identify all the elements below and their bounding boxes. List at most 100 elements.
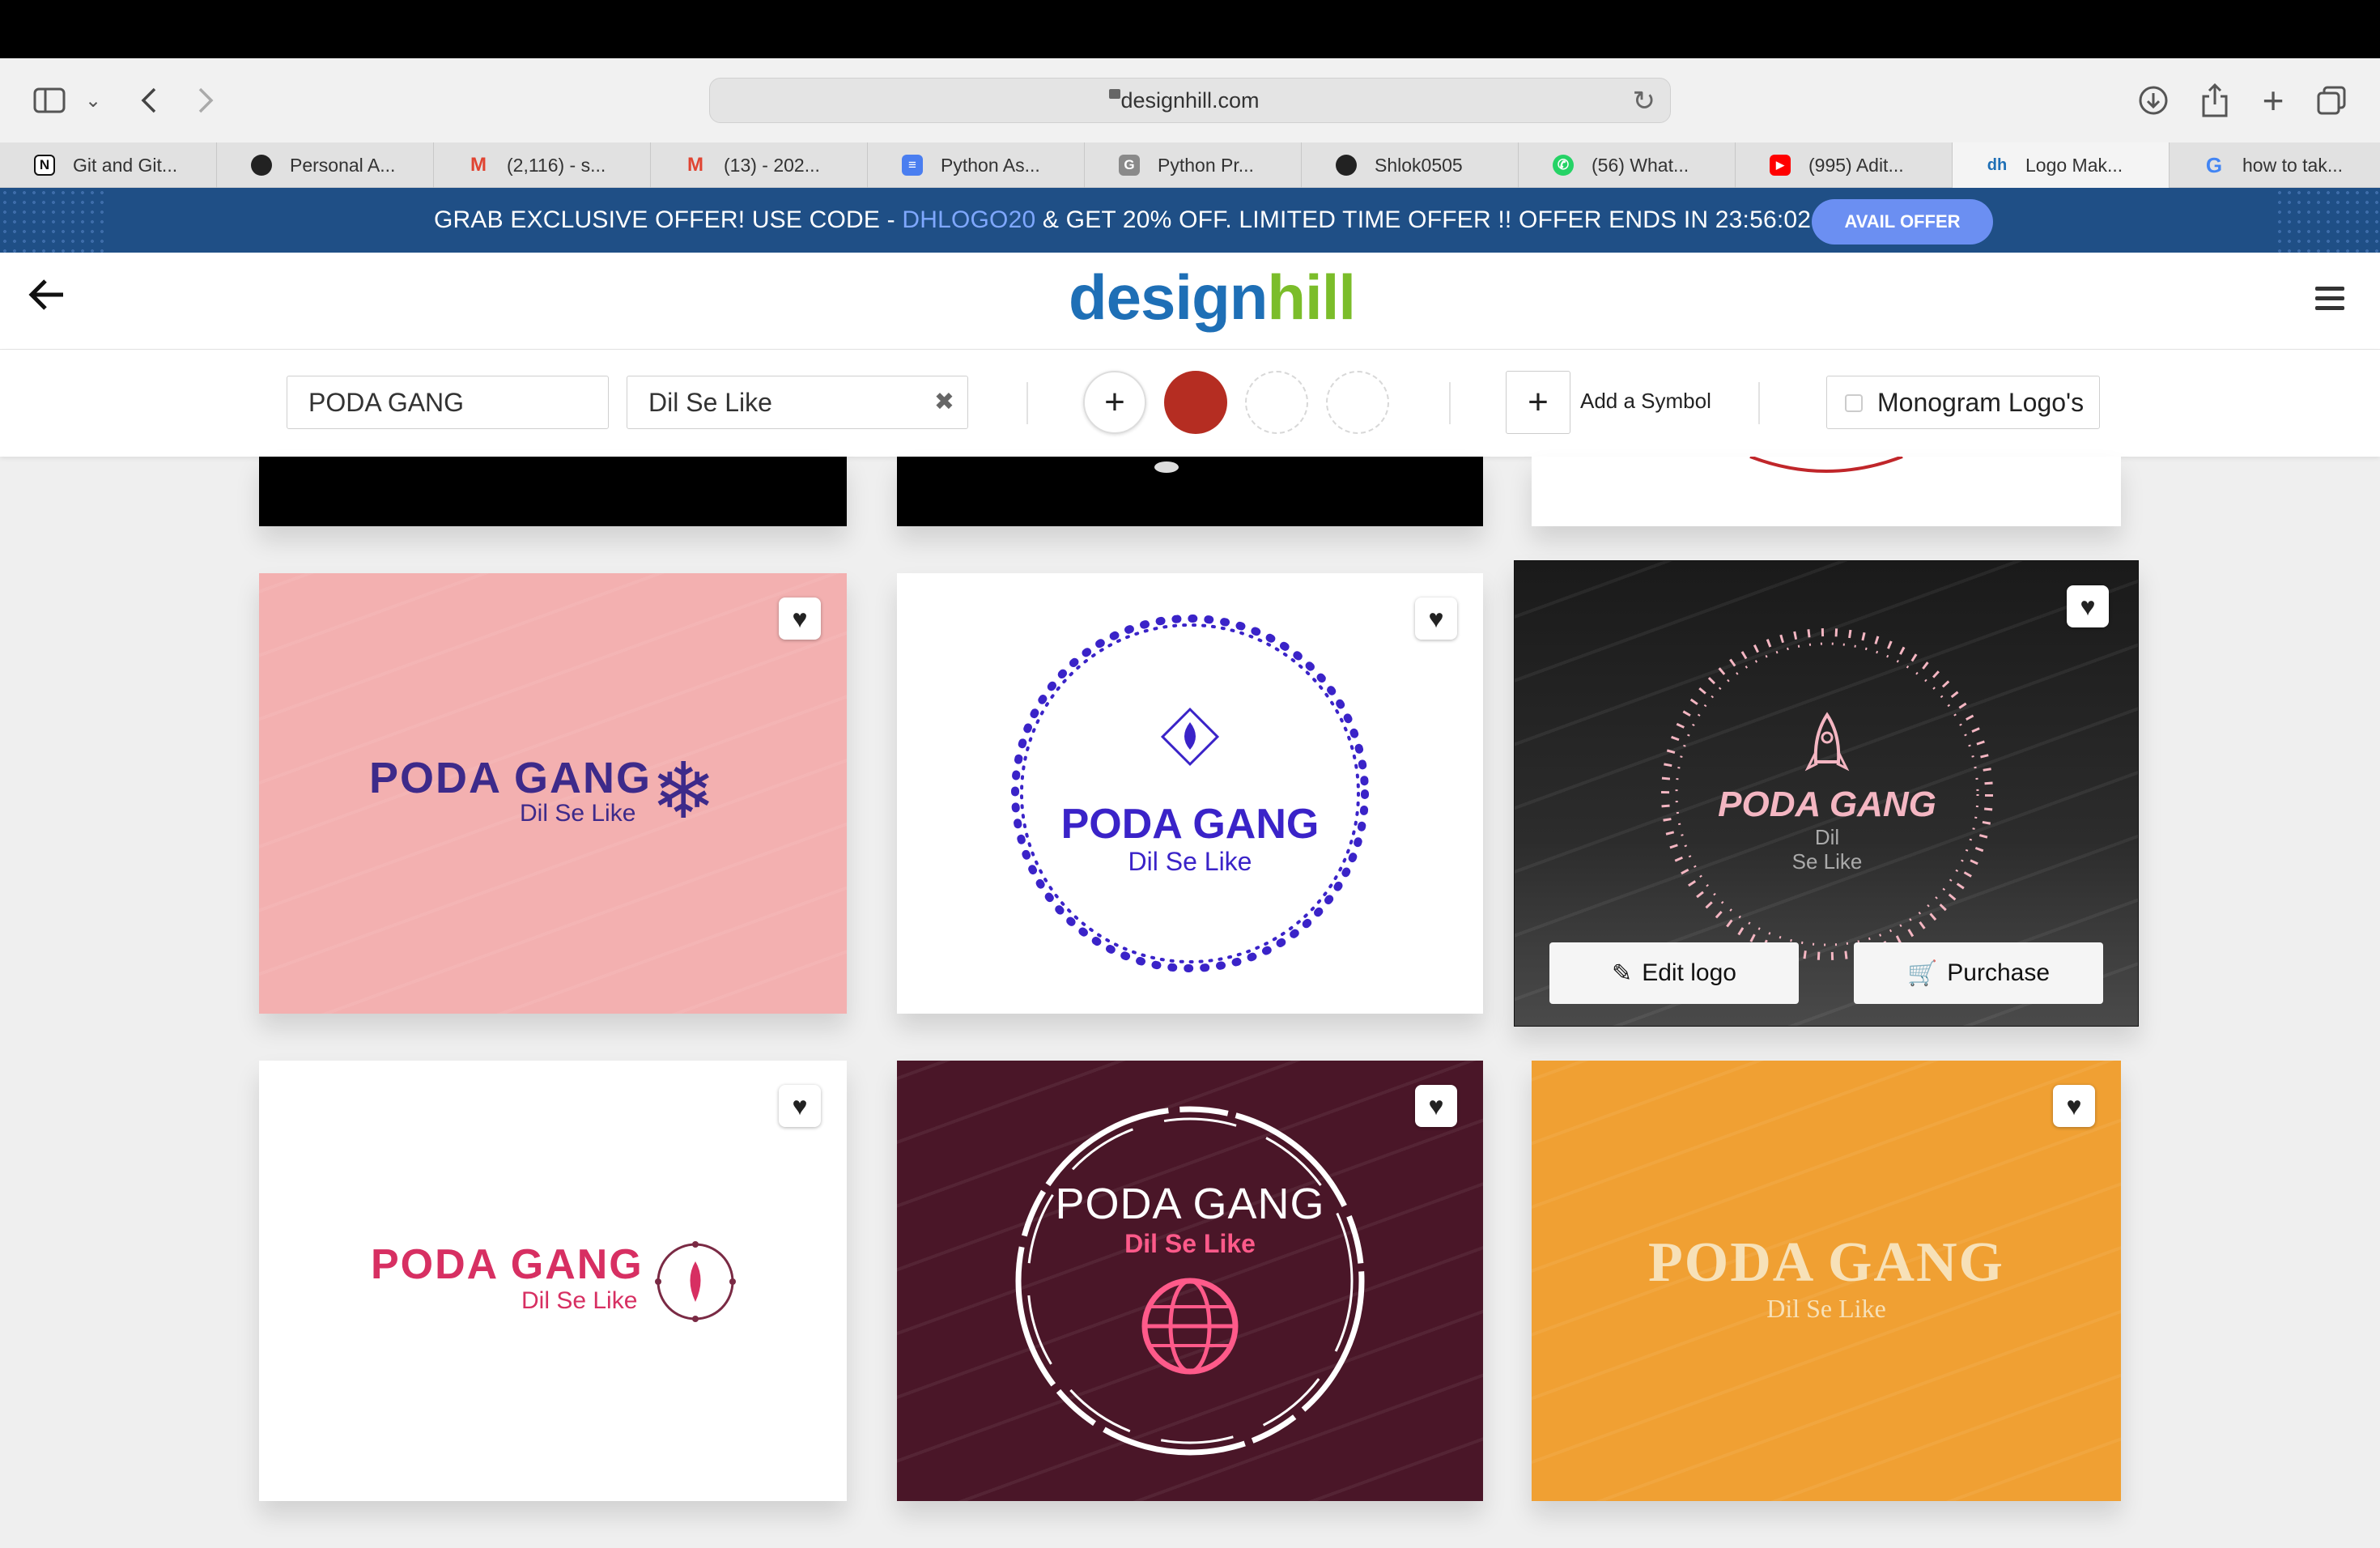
logo-card-partial[interactable] [259, 457, 847, 526]
tab-item[interactable]: ≡ Python As... [868, 142, 1085, 188]
logo-tagline: Dil Se Like [1124, 1229, 1256, 1258]
address-bar[interactable]: designhill.com ↻ [709, 78, 1671, 123]
github-icon [251, 155, 272, 176]
purchase-button[interactable]: 🛒 Purchase [1854, 942, 2103, 1004]
lock-icon [1109, 89, 1120, 99]
tab-item[interactable]: ✆ (56) What... [1519, 142, 1736, 188]
promo-text: GRAB EXCLUSIVE OFFER! USE CODE - DHLOGO2… [434, 206, 1812, 233]
logo-tagline-line-1: Dil [1814, 825, 1840, 849]
monogram-label: Monogram Logo's [1877, 388, 2085, 417]
monogram-logos-toggle[interactable]: Monogram Logo's [1826, 376, 2100, 429]
brush-circle-emblem [1015, 1106, 1365, 1456]
chevron-down-icon[interactable]: ⌄ [81, 58, 105, 142]
logo-name: PODA GANG [371, 1241, 644, 1288]
logo-tagline: Dil Se Like [520, 800, 636, 827]
screen-top-bar [0, 0, 2380, 58]
back-arrow-icon[interactable] [28, 269, 66, 321]
designhill-logo[interactable]: designhill [1069, 261, 1356, 334]
tab-item[interactable]: N Git and Git... [0, 142, 217, 188]
slogan-input[interactable]: Dil Se Like ✖ [627, 376, 968, 429]
forward-icon[interactable] [189, 58, 222, 142]
tab-label: (56) What... [1592, 154, 1689, 176]
add-symbol-label[interactable]: Add a Symbol [1580, 389, 1711, 414]
tab-item[interactable]: ▶ (995) Adit... [1736, 142, 1953, 188]
logo-tagline-line-2: Se Like [1791, 849, 1863, 874]
divider [1758, 382, 1760, 424]
edit-logo-button[interactable]: ✎ Edit logo [1549, 942, 1799, 1004]
divider [1026, 382, 1028, 424]
company-name-input[interactable]: PODA GANG [287, 376, 609, 429]
logo-name: PODA GANG [369, 754, 652, 802]
tab-item[interactable]: G Python Pr... [1085, 142, 1302, 188]
tab-label: how to tak... [2242, 154, 2344, 176]
clear-icon[interactable]: ✖ [934, 376, 954, 428]
cart-icon: 🛒 [1906, 959, 1938, 987]
logo-card-white[interactable]: PODA GANG Dil Se Like ♥ [259, 1061, 847, 1501]
avail-offer-button[interactable]: AVAIL OFFER [1812, 199, 1993, 245]
checkbox[interactable] [1845, 394, 1863, 412]
g-icon: G [1119, 155, 1140, 176]
tab-label: Python Pr... [1158, 154, 1254, 176]
notion-icon: N [34, 155, 55, 176]
tab-label: Python As... [941, 154, 1040, 176]
download-icon[interactable] [2134, 58, 2173, 142]
selected-color-swatch[interactable] [1164, 371, 1227, 434]
tab-item[interactable]: M (13) - 202... [651, 142, 868, 188]
slogan-text: Dil Se Like [648, 388, 772, 417]
tab-bar: N Git and Git... Personal A... M (2,116) -… [0, 142, 2380, 188]
tab-item[interactable]: Personal A... [217, 142, 434, 188]
gmail-icon: M [687, 154, 703, 176]
tab-label: (995) Adit... [1808, 154, 1904, 176]
empty-color-slot[interactable] [1245, 371, 1308, 434]
tab-item-active[interactable]: dh Logo Mak... [1953, 142, 2170, 188]
designhill-icon: dh [1987, 155, 2008, 174]
address-text: designhill.com [1120, 88, 1260, 113]
empty-color-slot[interactable] [1326, 371, 1389, 434]
favorite-heart-icon[interactable]: ♥ [1415, 598, 1457, 640]
logo-tagline: Dil Se Like [1766, 1294, 1886, 1323]
tab-label: Logo Mak... [2025, 154, 2123, 176]
favorite-heart-icon[interactable]: ♥ [1415, 1085, 1457, 1127]
logo-name: PODA GANG [1060, 801, 1320, 848]
logo-card-circle[interactable]: PODA GANG Dil Se Like ♥ [897, 573, 1483, 1014]
purchase-label: Purchase [1947, 959, 2051, 986]
reload-icon[interactable]: ↻ [1633, 85, 1656, 117]
logo-card-maroon[interactable]: PODA GANG Dil Se Like ♥ [897, 1061, 1483, 1501]
tab-item[interactable]: M (2,116) - s... [434, 142, 651, 188]
favorite-heart-icon[interactable]: ♥ [2053, 1085, 2095, 1127]
add-symbol-button[interactable]: + [1506, 371, 1570, 434]
snowflake-icon: ❄ [651, 748, 716, 835]
hamburger-menu-icon[interactable] [2315, 287, 2344, 316]
back-icon[interactable] [133, 58, 165, 142]
logo-card-pink[interactable]: PODA GANG Dil Se Like ❄ ♥ [259, 573, 847, 1014]
logo-card-orange[interactable]: PODA GANG Dil Se Like ♥ [1532, 1061, 2121, 1501]
add-color-button[interactable]: + [1083, 371, 1146, 434]
logo-tagline: Dil Se Like [1128, 847, 1252, 876]
divider [1449, 382, 1451, 424]
banner-pattern-right [2275, 188, 2380, 253]
docs-icon: ≡ [902, 155, 923, 176]
tab-item[interactable]: Ghow to tak... [2170, 142, 2380, 188]
logo-name: PODA GANG [1718, 785, 1936, 824]
logo-card-partial[interactable] [897, 457, 1483, 526]
share-icon[interactable] [2195, 58, 2234, 142]
tab-label: Shlok0505 [1375, 154, 1463, 176]
sidebar-toggle-icon[interactable] [29, 58, 70, 142]
new-tab-icon[interactable]: + [2254, 58, 2293, 142]
tab-label: Git and Git... [73, 154, 178, 176]
logo-name: PODA GANG [1648, 1231, 2004, 1294]
promo-banner: GRAB EXCLUSIVE OFFER! USE CODE - DHLOGO2… [0, 188, 2380, 253]
favorite-heart-icon[interactable]: ♥ [779, 598, 821, 640]
logo-card-partial[interactable] [1532, 457, 2121, 526]
whatsapp-icon: ✆ [1553, 155, 1574, 176]
google-icon: G [2205, 152, 2223, 177]
tab-label: Personal A... [290, 154, 396, 176]
logo-tagline: Dil Se Like [521, 1287, 638, 1314]
banner-pattern-left [0, 188, 105, 253]
tab-overview-icon[interactable] [2312, 58, 2351, 142]
edit-logo-label: Edit logo [1642, 959, 1736, 986]
favorite-heart-icon[interactable]: ♥ [779, 1085, 821, 1127]
github-icon [1336, 155, 1357, 176]
favorite-heart-icon[interactable]: ♥ [2067, 585, 2109, 627]
tab-item[interactable]: Shlok0505 [1302, 142, 1519, 188]
